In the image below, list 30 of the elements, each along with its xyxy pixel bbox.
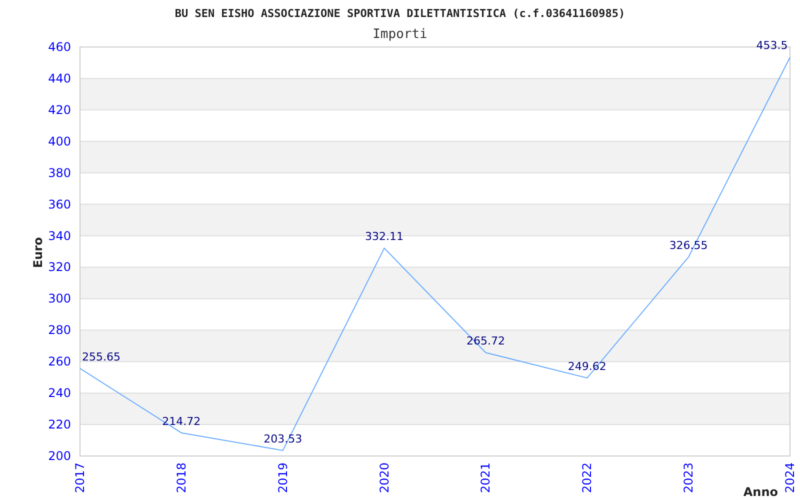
y-tick-label: 360 — [48, 197, 71, 212]
x-tick-label: 2020 — [377, 462, 392, 493]
y-tick-label: 280 — [48, 323, 71, 338]
x-axis-label: Anno — [743, 485, 778, 499]
y-tick-label: 340 — [48, 228, 71, 243]
x-tick-label: 2024 — [783, 462, 797, 493]
x-tick-label: 2023 — [682, 462, 696, 493]
data-label: 255.65 — [82, 350, 120, 364]
chart-title: BU SEN EISHO ASSOCIAZIONE SPORTIVA DILETTANTISTICA (c.f.03641160985) — [174, 7, 626, 20]
chart-subtitle: Importi — [372, 27, 428, 42]
y-tick-label: 400 — [48, 134, 71, 148]
x-tick-label: 2019 — [276, 462, 290, 493]
y-tick-label: 240 — [48, 386, 71, 400]
y-tick-label: 200 — [48, 449, 71, 463]
y-tick-label: 300 — [48, 292, 71, 306]
y-tick-label: 320 — [48, 260, 71, 274]
data-label: 332.11 — [365, 230, 404, 244]
y-tick-label: 380 — [48, 166, 71, 180]
x-tick-label: 2018 — [174, 462, 188, 493]
y-tick-label: 420 — [48, 102, 71, 117]
y-tick-label: 220 — [48, 418, 71, 432]
y-axis-label: Euro — [31, 237, 45, 268]
data-label: 453.5 — [756, 39, 788, 52]
y-tick-label: 440 — [48, 71, 71, 86]
y-tick-label: 460 — [48, 40, 71, 54]
x-tick-label: 2021 — [478, 462, 493, 493]
x-tick-label: 2022 — [580, 462, 594, 493]
data-label: 214.72 — [162, 414, 201, 428]
x-tick-label: 2017 — [73, 462, 87, 493]
y-tick-label: 260 — [48, 354, 71, 369]
